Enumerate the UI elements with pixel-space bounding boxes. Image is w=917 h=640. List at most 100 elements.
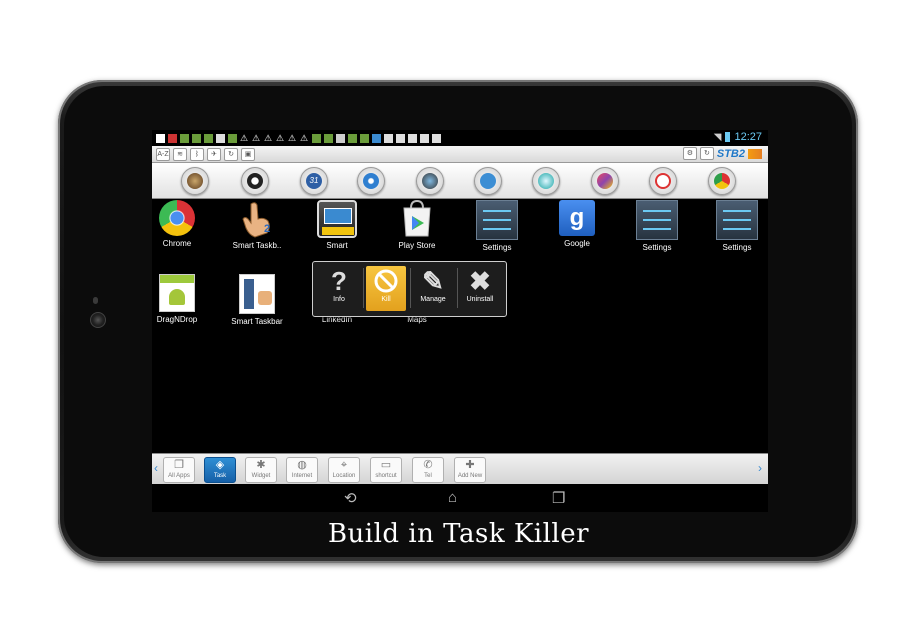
download-icon [192,133,201,143]
calendar-icon[interactable]: 31 [300,167,328,195]
download-icon [228,133,237,143]
download-icon [180,133,189,143]
sort-az-button[interactable]: A-Z [156,148,170,161]
quick-toggles: A-Z ≋ ᛒ ✈ ↻ ▣ [156,148,255,161]
satellite-icon: ⌖ [340,459,348,471]
lock-toggle-icon[interactable]: ▣ [241,148,255,161]
taskbar-tel[interactable]: ✆ Tel [412,457,444,483]
globe-icon: ◍ [297,459,307,471]
taskbar-add-new[interactable]: ✚ Add New [454,457,486,483]
gear-icon[interactable]: ⚙ [682,147,697,160]
taskbar-label: Internet [291,473,313,479]
download-icon [348,133,357,143]
clock: 12:27 [734,131,762,143]
talk-icon[interactable] [474,167,502,195]
toolbar-right: ⚙ ↻ STB2 [682,147,762,160]
app-label: Chrome [162,239,192,248]
app-chrome[interactable]: Chrome [152,200,209,248]
wifi-toggle-icon[interactable]: ≋ [173,148,187,161]
manage-button[interactable]: ✎ Manage [413,266,453,311]
app-smart-taskbar[interactable]: Smart Taskbar [225,274,289,326]
scroll-right-icon[interactable]: › [758,461,762,475]
app-label: Settings [482,243,512,252]
app-label: Smart Taskb.. [232,241,282,250]
taskbar-location[interactable]: ⌖ Location [328,457,360,483]
image-icon [432,133,441,143]
refresh-icon[interactable]: ↻ [699,147,714,160]
scroll-left-icon[interactable]: ‹ [154,461,158,475]
microphone-icon[interactable] [357,167,385,195]
download-icon [324,133,333,143]
document-icon: ▭ [380,459,392,471]
smart-taskbar-icon [239,274,275,314]
image-icon [408,133,417,143]
gallery-icon[interactable] [591,167,619,195]
chrome-icon[interactable] [708,167,736,195]
plus-icon: ✚ [465,459,475,471]
app-label: DragNDrop [156,315,198,324]
taskbar-all-apps[interactable]: ❐ All Apps [163,457,195,483]
settings-knob-icon[interactable] [241,167,269,195]
bluetooth-toggle-icon[interactable]: ᛒ [190,148,204,161]
battery-icon [725,132,731,142]
settings-icon [336,133,345,143]
taskbar-label: Location [332,473,356,479]
recent-apps-icon[interactable]: ❐ [552,489,565,507]
kill-button[interactable]: Kill [366,266,406,311]
app-dragndrop[interactable]: DragNDrop [152,274,209,324]
gmail-icon[interactable] [649,167,677,195]
taskbar-label: Tel [424,473,432,479]
phone-icon: ✆ [423,459,433,471]
app-play-store[interactable]: Play Store [385,199,449,250]
back-icon[interactable]: ⟲ [344,489,357,507]
taskbar-internet[interactable]: ◍ Internet [286,457,318,483]
chrome-icon [159,200,195,236]
app-smart[interactable]: Smart [305,200,369,250]
app-dock: 31 [152,163,768,199]
info-button[interactable]: ? Info [319,266,359,311]
app-settings-3[interactable]: Settings [705,200,768,252]
uninstall-button[interactable]: ✖ Uninstall [460,266,500,311]
taskbar-task[interactable]: ◈ Task [204,457,236,483]
svg-text:2: 2 [264,223,270,235]
app-label: Google [564,239,590,248]
app-label: Settings [722,243,752,252]
device-screen: ⚠ ⚠ ⚠ ⚠ ⚠ ⚠ ◥ 12:27 A-Z ≋ ᛒ ✈ ↻ ▣ ⚙ ↻ ST… [152,130,768,512]
vpn-icon[interactable] [532,167,560,195]
settings-sliders-icon [476,200,518,240]
taskbar-label: All Apps [168,473,190,479]
manage-label: Manage [420,296,446,303]
airplane-toggle-icon[interactable]: ✈ [207,148,221,161]
app-action-popup: ? Info Kill ✎ Manage ✖ Uninstall [312,261,507,317]
taskbar-shortcut[interactable]: ▭ shortcut [370,457,402,483]
image-icon [384,133,393,143]
warning-icon: ⚠ [252,132,261,143]
n-app-icon [156,133,165,143]
home-icon[interactable]: ⌂ [448,489,457,506]
task-layers-icon: ◈ [215,459,225,471]
taskbar-label: Widget [251,473,271,479]
all-apps-icon: ❐ [174,459,184,471]
hand-pointer-icon: 2 [237,200,277,238]
stb-logo: STB2 [716,147,745,160]
app-smart-taskbar-2[interactable]: 2 Smart Taskb.. [225,200,289,250]
front-sensor [93,297,98,304]
camera-icon [396,133,405,143]
download-icon [204,133,213,143]
taskbar-label: Add New [457,473,483,479]
download-icon [312,133,321,143]
stb-fire-icon [748,148,762,159]
status-bar: ⚠ ⚠ ⚠ ⚠ ⚠ ⚠ ◥ 12:27 [152,130,768,146]
notification-icons: ⚠ ⚠ ⚠ ⚠ ⚠ ⚠ [156,131,441,145]
photo-icon[interactable] [181,167,209,195]
settings-sliders-icon [716,200,758,240]
taskbar-widget[interactable]: ✱ Widget [245,457,277,483]
app-settings-2[interactable]: Settings [625,200,689,252]
camera-icon[interactable] [416,167,444,195]
taskbar-label: shortcut [375,473,397,479]
sync-toggle-icon[interactable]: ↻ [224,148,238,161]
wifi-icon: ◥ [713,131,722,143]
app-google[interactable]: g Google [545,200,609,248]
app-settings-1[interactable]: Settings [465,200,529,252]
warning-icon: ⚠ [264,132,273,143]
